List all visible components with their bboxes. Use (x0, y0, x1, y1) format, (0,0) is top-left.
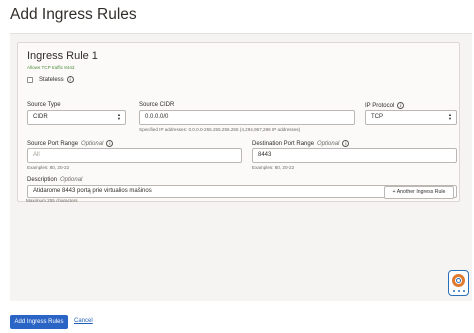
dest-port-value: 8443 (258, 152, 272, 158)
cancel-link[interactable]: Cancel (74, 318, 93, 324)
dest-port-input[interactable]: 8443 (252, 148, 457, 163)
info-icon[interactable]: i (66, 76, 74, 83)
source-type-select[interactable]: CIDR ▲ ▼ (27, 110, 126, 125)
help-lifebuoy-icon[interactable] (448, 270, 469, 296)
dest-port-label-wrap: Destination Port Range Optional i (252, 140, 350, 148)
dest-port-hint: Examples: 80, 20-22 (252, 165, 295, 170)
source-port-input[interactable]: All (27, 148, 242, 163)
stateless-checkbox[interactable] (27, 76, 33, 83)
ip-protocol-select[interactable]: TCP ▲ ▼ (365, 110, 457, 125)
source-cidr-value: 0.0.0.0/0 (145, 114, 169, 120)
ip-protocol-value: TCP (371, 114, 383, 120)
description-value: Atidarome 8443 portą prie virtualios maš… (33, 188, 152, 194)
source-cidr-input[interactable]: 0.0.0.0/0 (139, 110, 355, 125)
rule-title: Ingress Rule 1 (27, 50, 98, 62)
description-label: Description (27, 177, 58, 183)
rules-panel: Ingress Rule 1 Allows TCP traffic 8443 S… (10, 33, 472, 301)
ip-protocol-label: IP Protocol (365, 103, 395, 110)
optional-tag: Optional (317, 141, 340, 148)
dest-port-label: Destination Port Range (252, 141, 315, 148)
help-ring-center (456, 278, 461, 283)
chevron-up-down-icon: ▲ ▼ (117, 112, 121, 121)
source-port-hint: Examples: 80, 20-22 (27, 165, 70, 170)
ingress-rule-card: Ingress Rule 1 Allows TCP traffic 8443 S… (17, 42, 460, 202)
stateless-row: Stateless i (27, 76, 74, 83)
optional-tag: Optional (81, 141, 104, 148)
source-port-label: Source Port Range (27, 141, 79, 148)
optional-tag: Optional (60, 177, 83, 183)
info-icon[interactable]: i (342, 140, 350, 147)
description-label-wrap: Description Optional (27, 177, 82, 183)
source-cidr-label: Source CIDR (139, 102, 175, 108)
help-dots (453, 290, 465, 293)
source-port-label-wrap: Source Port Range Optional i (27, 140, 114, 148)
stateless-label: Stateless (39, 76, 64, 83)
source-type-value: CIDR (33, 114, 48, 120)
rule-subtitle: Allows TCP traffic 8443 (27, 65, 75, 70)
info-icon[interactable]: i (106, 140, 114, 147)
chevron-up-down-icon: ▲ ▼ (448, 112, 452, 121)
source-type-label: Source Type (27, 102, 61, 108)
page-title: Add Ingress Rules (10, 6, 137, 23)
info-icon[interactable]: i (397, 102, 405, 109)
ip-protocol-label-wrap: IP Protocol i (365, 102, 405, 110)
help-ring (452, 274, 465, 287)
description-hint: Maximum 255 characters (26, 198, 78, 203)
add-another-rule-button[interactable]: + Another Ingress Rule (384, 186, 454, 199)
add-ingress-rules-button[interactable]: Add Ingress Rules (10, 315, 68, 329)
source-port-placeholder: All (33, 152, 40, 158)
source-cidr-hint: Specified IP addresses: 0.0.0.0-255.255.… (139, 127, 301, 132)
